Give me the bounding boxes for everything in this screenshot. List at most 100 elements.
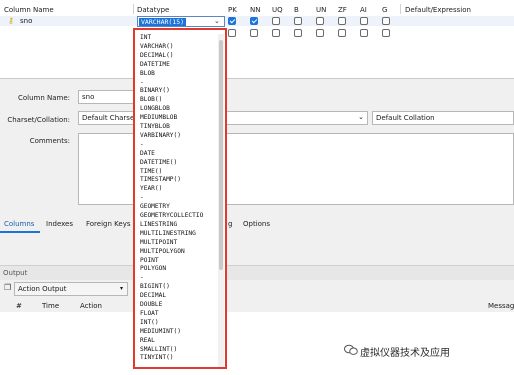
collation-value: Default Collation — [376, 114, 435, 122]
output-selector[interactable]: Action Output ▾ — [14, 282, 128, 296]
datatype-option[interactable]: DATETIME — [140, 61, 170, 68]
separator-item: - — [140, 140, 144, 148]
zf-checkbox-new[interactable] — [338, 29, 346, 37]
datatype-option[interactable]: DATE — [140, 150, 155, 157]
datatype-option[interactable]: YEAR() — [140, 185, 162, 192]
datatype-option[interactable]: POINT — [140, 257, 159, 264]
datatype-option[interactable]: DECIMAL() — [140, 52, 174, 59]
g-checkbox[interactable] — [382, 17, 390, 25]
datatype-option[interactable]: MEDIUMINT() — [140, 328, 181, 335]
separator-item: - — [140, 194, 144, 202]
charset-value: Default Charset — [82, 114, 137, 122]
watermark-text: 虚拟仪器技术及应用 — [360, 348, 450, 359]
un-checkbox-new[interactable] — [316, 29, 324, 37]
column-name-cell[interactable]: sno — [20, 17, 32, 25]
datatype-option[interactable]: MULTILINESTRING — [140, 230, 196, 237]
tab-triggers[interactable]: g — [228, 220, 232, 228]
output-selector-value: Action Output — [18, 285, 67, 293]
datatype-option[interactable]: TIME() — [140, 168, 162, 175]
nn-checkbox-new[interactable] — [250, 29, 258, 37]
output-col-message: Message — [488, 302, 514, 310]
datatype-option[interactable]: DOUBLE — [140, 301, 162, 308]
datatype-option[interactable]: MULTIPOLYGON — [140, 248, 185, 255]
column-separator — [133, 4, 134, 14]
datatype-option[interactable]: GEOMETRYCOLLECTIO — [140, 212, 203, 219]
chevron-down-icon[interactable]: ⌄ — [358, 113, 364, 122]
pk-checkbox-new[interactable] — [228, 29, 236, 37]
charset-label: Charset/Collation: — [7, 116, 70, 124]
header-ai: AI — [360, 6, 367, 14]
datatype-option[interactable]: FLOAT — [140, 310, 159, 317]
b-checkbox[interactable] — [294, 17, 302, 25]
header-datatype: Datatype — [137, 6, 170, 14]
comments-label: Comments: — [29, 137, 70, 145]
datatype-option[interactable]: MULTIPOINT — [140, 239, 177, 246]
editor-tabs: Columns Indexes Foreign Keys g Options — [0, 218, 514, 232]
datatype-option[interactable]: GEOMETRY — [140, 203, 170, 210]
datatype-option[interactable]: MEDIUMBLOB — [140, 114, 177, 121]
output-col-action: Action — [80, 302, 102, 310]
datatype-option[interactable]: INT — [140, 34, 151, 41]
separator-item: - — [140, 274, 144, 282]
datatype-option[interactable]: DECIMAL — [140, 292, 166, 299]
chevron-down-icon[interactable]: ⌄ — [214, 17, 220, 25]
datatype-value: VARCHAR(15) — [139, 18, 187, 26]
tab-indexes[interactable]: Indexes — [46, 220, 73, 228]
header-uq: UQ — [272, 6, 283, 14]
header-pk: PK — [228, 6, 237, 14]
datatype-option[interactable]: POLYGON — [140, 265, 166, 272]
column-separator — [400, 4, 401, 14]
datatype-option[interactable]: SMALLINT() — [140, 346, 177, 353]
datatype-option[interactable]: BLOB() — [140, 96, 162, 103]
column-name-label: Column Name: — [17, 94, 70, 102]
key-icon: ⚷ — [8, 16, 14, 25]
datatype-option[interactable]: INT() — [140, 319, 159, 326]
header-un: UN — [316, 6, 327, 14]
un-checkbox[interactable] — [316, 17, 324, 25]
tab-foreign-keys[interactable]: Foreign Keys — [86, 220, 130, 228]
header-zf: ZF — [338, 6, 347, 14]
datatype-option[interactable]: TINYBLOB — [140, 123, 170, 130]
uq-checkbox-new[interactable] — [272, 29, 280, 37]
header-g: G — [382, 6, 388, 14]
separator-item: - — [140, 78, 144, 86]
datatype-combo[interactable]: VARCHAR(15) ⌄ — [137, 16, 225, 27]
datatype-option[interactable]: BLOB — [140, 70, 155, 77]
datatype-option[interactable]: REAL — [140, 337, 155, 344]
copy-icon[interactable]: ❐ — [4, 283, 11, 292]
header-column-name: Column Name — [4, 6, 54, 14]
chat-bubble-icon — [344, 344, 358, 355]
datatype-option[interactable]: TIMESTAMP() — [140, 176, 181, 183]
datatype-option[interactable]: BIGINT() — [140, 283, 170, 290]
g-checkbox-new[interactable] — [382, 29, 390, 37]
scrollbar-thumb[interactable] — [219, 40, 223, 270]
dropdown-arrow-icon[interactable]: ▾ — [120, 284, 123, 293]
output-header: Output — [0, 265, 514, 280]
datatype-option[interactable]: VARCHAR() — [140, 43, 174, 50]
columns-grid: Column Name Datatype PK NN UQ B UN ZF AI… — [0, 0, 514, 79]
datatype-option[interactable]: DATETIME() — [140, 159, 177, 166]
datatype-option[interactable]: TINYINT() — [140, 354, 174, 361]
header-default-expression: Default/Expression — [405, 6, 471, 14]
uq-checkbox[interactable] — [272, 17, 280, 25]
pk-checkbox[interactable] — [228, 17, 236, 25]
header-b: B — [294, 6, 299, 14]
output-col-index: # — [16, 302, 22, 310]
nn-checkbox[interactable] — [250, 17, 258, 25]
datatype-option[interactable]: BINARY() — [140, 87, 170, 94]
b-checkbox-new[interactable] — [294, 29, 302, 37]
datatype-option[interactable]: LONGBLOB — [140, 105, 170, 112]
output-title: Output — [3, 269, 28, 277]
active-tab-indicator — [0, 231, 40, 233]
ai-checkbox[interactable] — [360, 17, 368, 25]
collation-select[interactable]: Default Collation — [372, 111, 514, 125]
header-nn: NN — [250, 6, 261, 14]
tab-options[interactable]: Options — [243, 220, 270, 228]
ai-checkbox-new[interactable] — [360, 29, 368, 37]
tab-columns[interactable]: Columns — [4, 220, 34, 228]
datatype-dropdown-list[interactable]: INT VARCHAR() DECIMAL() DATETIME BLOB - BINARY… — [133, 28, 227, 369]
datatype-option[interactable]: VARBINARY() — [140, 132, 181, 139]
output-col-time: Time — [42, 302, 60, 310]
datatype-option[interactable]: LINESTRING — [140, 221, 177, 228]
zf-checkbox[interactable] — [338, 17, 346, 25]
